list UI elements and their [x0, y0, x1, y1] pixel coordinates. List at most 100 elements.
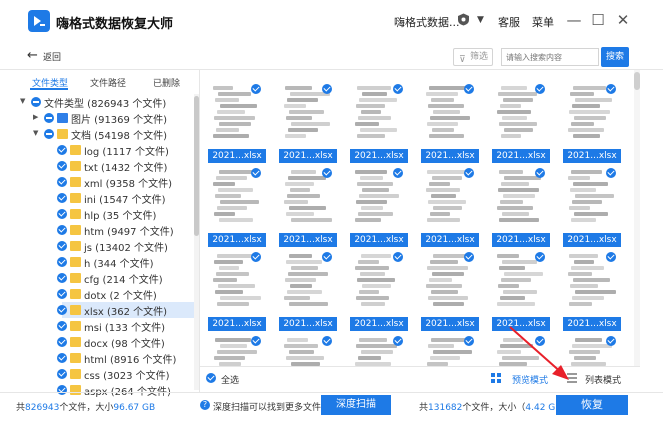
file-checkbox[interactable]	[606, 252, 616, 262]
file-tile[interactable]: 2021...xlsx	[205, 168, 269, 254]
file-checkbox[interactable]	[322, 84, 332, 94]
file-checkbox[interactable]	[322, 252, 332, 262]
file-tile[interactable]: 2021...xlsx	[489, 252, 553, 338]
file-checkbox[interactable]	[535, 252, 545, 262]
file-checkbox[interactable]	[606, 168, 616, 178]
tree-checkbox[interactable]	[57, 145, 67, 155]
tree-item[interactable]: js (13402 个文件)	[0, 238, 194, 254]
file-tile[interactable]: 2021...xlsx	[205, 252, 269, 338]
tree-item[interactable]: css (3023 个文件)	[0, 366, 194, 382]
file-checkbox[interactable]	[393, 336, 403, 346]
tree-checkbox[interactable]	[57, 321, 67, 331]
tree-checkbox[interactable]	[44, 113, 54, 123]
tree-item[interactable]: ▶ 图片 (91369 个文件)	[0, 110, 194, 126]
collapse-arrow-icon[interactable]: ▼	[33, 129, 38, 137]
file-checkbox[interactable]	[393, 84, 403, 94]
back-arrow-icon[interactable]: ←	[27, 48, 38, 63]
tree-checkbox[interactable]	[57, 193, 67, 203]
preview-mode-button[interactable]: 预览模式	[512, 373, 548, 386]
tree-checkbox[interactable]	[31, 97, 41, 107]
file-tile[interactable]	[560, 336, 624, 366]
file-tile[interactable]: 2021...xlsx	[418, 252, 482, 338]
file-tile[interactable]: 2021...xlsx	[560, 84, 624, 170]
tree-item[interactable]: xlsx (362 个文件)	[57, 302, 194, 318]
tree-item[interactable]: hlp (35 个文件)	[0, 206, 194, 222]
tree-item[interactable]: txt (1432 个文件)	[0, 158, 194, 174]
file-tile[interactable]	[347, 336, 411, 366]
file-tile[interactable]: 2021...xlsx	[489, 168, 553, 254]
select-all-checkbox[interactable]	[206, 373, 216, 383]
file-checkbox[interactable]	[464, 84, 474, 94]
file-tile[interactable]: 2021...xlsx	[276, 84, 340, 170]
tree-checkbox[interactable]	[57, 161, 67, 171]
recover-button[interactable]: 恢复	[556, 395, 628, 415]
file-checkbox[interactable]	[606, 336, 616, 346]
file-tile[interactable]: 2021...xlsx	[276, 168, 340, 254]
tree-checkbox[interactable]	[44, 129, 54, 139]
file-tile[interactable]: 2021...xlsx	[418, 168, 482, 254]
tree-checkbox[interactable]	[57, 241, 67, 251]
file-checkbox[interactable]	[535, 336, 545, 346]
tree-checkbox[interactable]	[57, 353, 67, 363]
tree-checkbox[interactable]	[57, 225, 67, 235]
tree-item[interactable]: xml (9358 个文件)	[0, 174, 194, 190]
tree-checkbox[interactable]	[57, 209, 67, 219]
shield-icon[interactable]	[457, 13, 470, 26]
tree-item[interactable]: htm (9497 个文件)	[0, 222, 194, 238]
tree-item[interactable]: msi (133 个文件)	[0, 318, 194, 334]
file-checkbox[interactable]	[464, 336, 474, 346]
file-tile[interactable]: 2021...xlsx	[347, 84, 411, 170]
file-tile[interactable]: 2021...xlsx	[418, 84, 482, 170]
deep-scan-button[interactable]: 深度扫描	[321, 395, 391, 415]
file-tile[interactable]: 2021...xlsx	[276, 252, 340, 338]
close-button[interactable]: ✕	[614, 11, 632, 29]
tree-checkbox[interactable]	[57, 177, 67, 187]
tree-item[interactable]: cfg (214 个文件)	[0, 270, 194, 286]
tree-checkbox[interactable]	[57, 369, 67, 379]
file-tile[interactable]: 2021...xlsx	[489, 84, 553, 170]
file-checkbox[interactable]	[606, 84, 616, 94]
list-view-icon[interactable]	[567, 373, 577, 383]
file-checkbox[interactable]	[251, 252, 261, 262]
grid-scrollbar-thumb[interactable]	[634, 72, 640, 90]
filter-button[interactable]: ⊽ 筛选	[453, 48, 493, 66]
file-checkbox[interactable]	[251, 336, 261, 346]
file-checkbox[interactable]	[393, 252, 403, 262]
file-checkbox[interactable]	[535, 84, 545, 94]
file-tile[interactable]: 2021...xlsx	[560, 252, 624, 338]
file-tile[interactable]: 2021...xlsx	[560, 168, 624, 254]
tree-checkbox[interactable]	[57, 337, 67, 347]
file-checkbox[interactable]	[251, 168, 261, 178]
account-name[interactable]: 嗨格式数据...	[394, 14, 460, 30]
tab-deleted[interactable]: 已删除	[153, 76, 180, 89]
tree-item[interactable]: docx (98 个文件)	[0, 334, 194, 350]
grid-view-icon[interactable]	[491, 373, 501, 383]
back-button[interactable]: 返回	[43, 50, 61, 63]
file-tile[interactable]	[489, 336, 553, 366]
collapse-arrow-icon[interactable]: ▼	[20, 97, 25, 105]
file-tile[interactable]	[418, 336, 482, 366]
search-button[interactable]: 搜索	[601, 47, 629, 67]
select-all-label[interactable]: 全选	[221, 373, 239, 386]
file-checkbox[interactable]	[535, 168, 545, 178]
menu-button[interactable]: 菜单	[532, 14, 554, 30]
tree-item[interactable]: dotx (2 个文件)	[0, 286, 194, 302]
tab-file-path[interactable]: 文件路径	[90, 76, 126, 89]
tree-item[interactable]: log (1117 个文件)	[0, 142, 194, 158]
expand-arrow-icon[interactable]: ▶	[33, 113, 38, 121]
tree-item[interactable]: ▼ 文档 (54198 个文件)	[0, 126, 194, 142]
service-button[interactable]: 客服	[498, 14, 520, 30]
file-checkbox[interactable]	[322, 336, 332, 346]
minimize-button[interactable]: —	[565, 11, 583, 29]
file-checkbox[interactable]	[393, 168, 403, 178]
file-tile[interactable]: 2021...xlsx	[347, 252, 411, 338]
file-checkbox[interactable]	[251, 84, 261, 94]
file-tile[interactable]	[205, 336, 269, 366]
file-tile[interactable]	[276, 336, 340, 366]
search-input[interactable]	[501, 48, 599, 66]
tree-item[interactable]: html (8916 个文件)	[0, 350, 194, 366]
file-tile[interactable]: 2021...xlsx	[205, 84, 269, 170]
file-tile[interactable]: 2021...xlsx	[347, 168, 411, 254]
maximize-button[interactable]: ☐	[589, 11, 607, 29]
tree-checkbox[interactable]	[57, 257, 67, 267]
